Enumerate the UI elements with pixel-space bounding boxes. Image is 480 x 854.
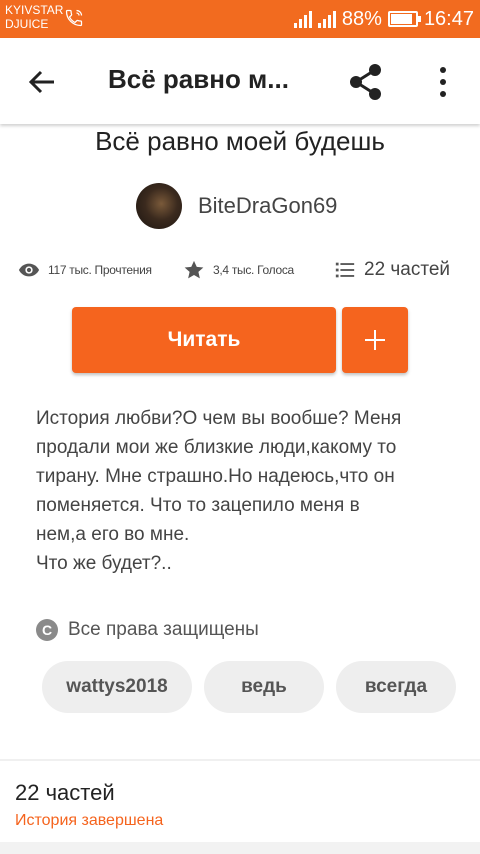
parts-count-stat: 22 частей: [364, 259, 451, 280]
carrier-subname: DJUICE: [5, 17, 49, 31]
tag-chip[interactable]: всегда: [336, 661, 456, 713]
tag-chip[interactable]: ведь: [204, 661, 324, 713]
battery-icon: [387, 11, 421, 27]
app-bar: Всё равно м...: [0, 38, 480, 124]
eye-icon: [18, 263, 40, 277]
clock: 16:47: [423, 7, 474, 30]
bottom-strip: [0, 842, 480, 854]
votes-stat: 3,4 тыс. Голоса: [183, 256, 294, 284]
battery-fill: [390, 14, 412, 24]
signal-icon-2: [317, 10, 336, 28]
description-line: Что же будет?..: [36, 553, 172, 574]
carrier-name: KYIVSTAR: [5, 3, 64, 17]
reads-stat: 117 тыс. Прочтения: [18, 256, 152, 284]
votes-count: 3,4 тыс. Голоса: [213, 263, 294, 277]
story-description: История любви?О чем вы вообше? Меня прода…: [36, 404, 456, 578]
star-icon: [184, 260, 204, 279]
signal-icon: [293, 10, 312, 28]
share-icon[interactable]: [344, 60, 388, 104]
phone-call-icon: [65, 9, 83, 27]
app-bar-title: Всё равно м...: [108, 64, 289, 94]
plus-icon[interactable]: [342, 307, 408, 373]
copyright-row: C Все права защищены: [36, 616, 259, 644]
description-line: продали мои же близкие люди,какому то: [36, 437, 397, 458]
more-vertical-icon[interactable]: [428, 62, 458, 102]
battery-percent: 88%: [341, 7, 382, 30]
copyright-text: Все права защищены: [68, 619, 259, 640]
parts-count[interactable]: 22 частей: [15, 780, 115, 806]
copyright-icon: C: [36, 619, 58, 641]
read-button[interactable]: Читать: [72, 307, 336, 373]
story-title: Всё равно моей будешь: [95, 126, 385, 156]
description-line: История любви?О чем вы вообше? Меня: [36, 408, 402, 429]
list-icon: [335, 262, 355, 278]
reads-count: 117 тыс. Прочтения: [48, 263, 152, 277]
status-bar: KYIVSTAR DJUICE 88% 16:47: [0, 0, 480, 38]
description-line: нем,а его во мне.: [36, 524, 190, 545]
carrier-label: KYIVSTAR DJUICE: [5, 3, 63, 31]
author-link[interactable]: BiteDraGon69: [136, 182, 337, 230]
parts-stat: 22 частей: [334, 256, 450, 284]
story-stats: 117 тыс. Прочтения 3,4 тыс. Голоса 22 ча…: [18, 256, 468, 284]
avatar[interactable]: [136, 183, 182, 229]
arrow-left-icon[interactable]: [22, 62, 62, 102]
author-name[interactable]: BiteDraGon69: [198, 193, 337, 219]
tag-chip[interactable]: wattys2018: [42, 661, 192, 713]
completion-status: История завершена: [15, 812, 164, 829]
divider: [0, 759, 480, 761]
description-line: тирану. Мне страшно.Но надеюсь,что он: [36, 466, 395, 487]
description-line: поменяется. Что то зацепило меня в: [36, 495, 360, 516]
